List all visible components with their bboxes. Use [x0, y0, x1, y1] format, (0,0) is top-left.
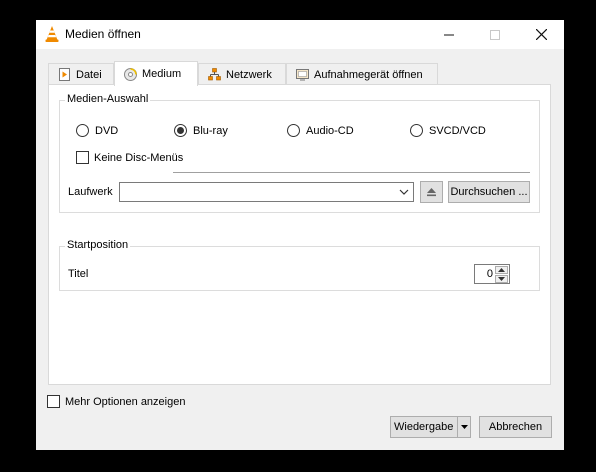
spin-down-button[interactable] [495, 275, 508, 283]
separator-line [173, 172, 530, 173]
start-position-group: Startposition Titel 0 [59, 239, 540, 291]
checkbox-box [76, 151, 89, 164]
radio-label: DVD [95, 124, 119, 137]
vlc-cone-icon [45, 26, 59, 42]
minimize-icon [444, 34, 454, 35]
no-disc-menus-checkbox[interactable]: Keine Disc-Menüs [76, 151, 183, 164]
checkbox-label: Mehr Optionen anzeigen [65, 395, 186, 408]
title-number-label: Titel [68, 268, 89, 280]
tab-label: Medium [142, 68, 182, 80]
close-icon [535, 29, 547, 40]
tab-file[interactable]: Datei [48, 63, 114, 85]
open-media-dialog: Medien öffnen Datei Medium Netzwerk Aufn… [36, 20, 564, 450]
spinbox-value: 0 [486, 268, 493, 280]
chevron-down-icon [399, 187, 409, 200]
title-bar: Medien öffnen [36, 20, 564, 49]
play-button-label: Wiedergabe [394, 421, 454, 433]
tab-capture-device[interactable]: Aufnahmegerät öffnen [286, 63, 438, 85]
file-play-icon [58, 68, 71, 81]
tab-network[interactable]: Netzwerk [198, 63, 286, 85]
tab-label: Aufnahmegerät öffnen [314, 68, 423, 81]
radio-audio-cd[interactable]: Audio-CD [287, 124, 354, 137]
drive-label: Laufwerk [68, 186, 113, 198]
disc-icon [124, 67, 137, 81]
eject-button[interactable] [420, 181, 443, 203]
chevron-up-icon [498, 268, 505, 272]
eject-icon [427, 188, 436, 197]
capture-device-icon [296, 68, 309, 81]
dropdown-arrow-icon [460, 425, 468, 429]
radio-circle [76, 124, 89, 137]
spin-up-button[interactable] [495, 266, 508, 274]
media-selection-group-label: Medien-Auswahl [65, 93, 151, 105]
radio-label: Audio-CD [306, 124, 354, 137]
minimize-button[interactable] [426, 20, 472, 49]
play-options-dropdown-button[interactable] [457, 416, 471, 438]
radio-bluray[interactable]: Blu-ray [174, 124, 228, 137]
tab-label: Netzwerk [226, 68, 272, 81]
show-more-options-checkbox[interactable]: Mehr Optionen anzeigen [47, 395, 185, 408]
play-button[interactable]: Wiedergabe [390, 416, 458, 438]
chevron-down-icon [498, 277, 505, 281]
checkbox-box [47, 395, 60, 408]
cancel-button-label: Abbrechen [488, 421, 543, 433]
title-number-spinbox[interactable]: 0 [474, 264, 510, 284]
browse-button[interactable]: Durchsuchen ... [448, 181, 530, 203]
radio-svcd-vcd[interactable]: SVCD/VCD [410, 124, 486, 137]
tab-disc[interactable]: Medium [114, 61, 198, 86]
radio-circle [410, 124, 423, 137]
disc-tab-panel: Medien-Auswahl DVD Blu-ray Audio-CD SVCD… [48, 84, 551, 385]
radio-circle [174, 124, 187, 137]
network-icon [208, 68, 221, 81]
radio-dvd[interactable]: DVD [76, 124, 118, 137]
checkbox-label: Keine Disc-Menüs [94, 151, 184, 164]
cancel-button[interactable]: Abbrechen [479, 416, 552, 438]
maximize-icon [490, 29, 500, 40]
maximize-button[interactable] [472, 20, 518, 49]
tab-label: Datei [76, 68, 102, 81]
close-button[interactable] [518, 20, 564, 49]
drive-combobox[interactable] [119, 182, 414, 202]
media-selection-group: Medien-Auswahl DVD Blu-ray Audio-CD SVCD… [59, 93, 540, 213]
radio-label: SVCD/VCD [429, 124, 486, 137]
start-position-group-label: Startposition [65, 239, 131, 251]
radio-selected-dot [177, 127, 184, 134]
radio-label: Blu-ray [193, 124, 228, 137]
window-title: Medien öffnen [65, 27, 141, 41]
browse-button-label: Durchsuchen ... [450, 186, 528, 198]
radio-circle [287, 124, 300, 137]
